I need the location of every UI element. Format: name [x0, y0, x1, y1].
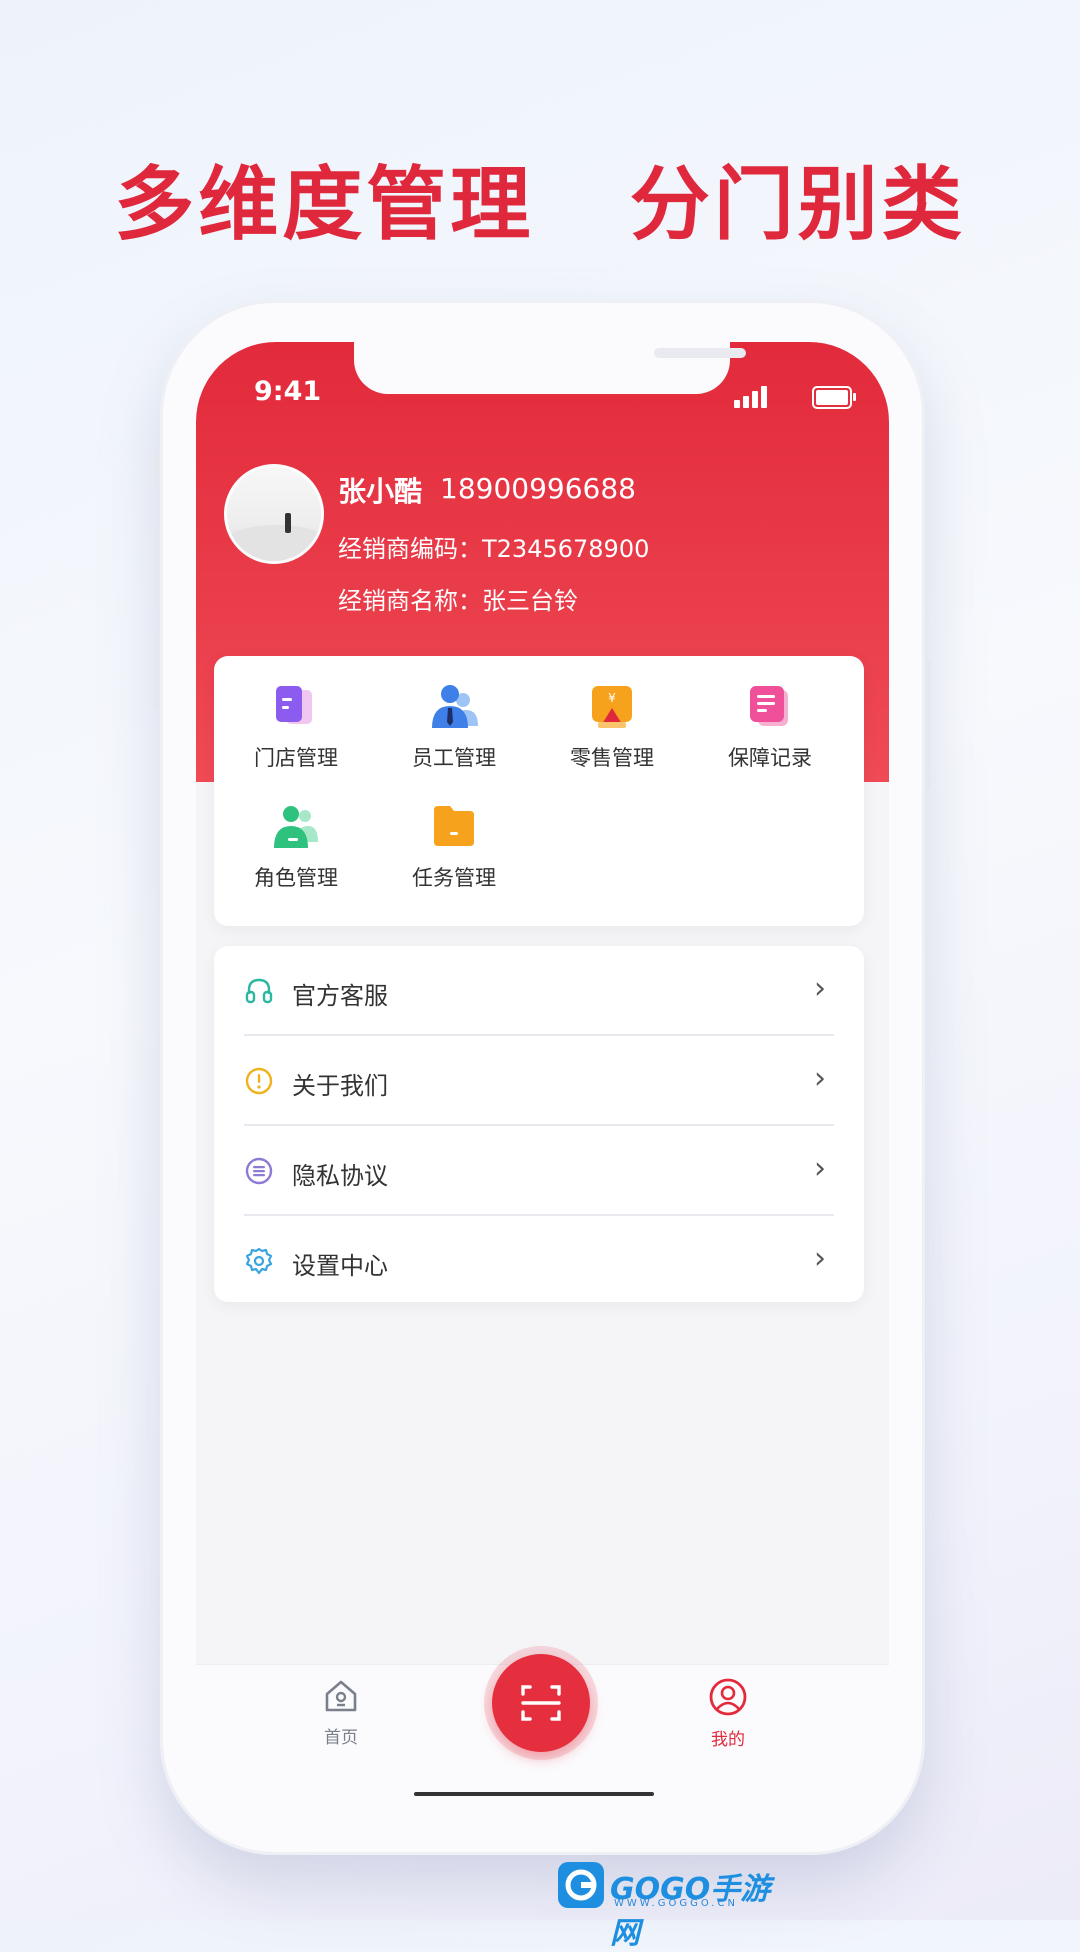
chevron-right-icon: › — [814, 1241, 826, 1276]
chevron-right-icon: › — [814, 971, 826, 1006]
grid-item-retail[interactable]: ¥ 零售管理 — [532, 682, 692, 772]
grid-item-warranty[interactable]: 保障记录 — [690, 682, 850, 772]
user-phone: 18900996688 — [440, 472, 636, 505]
grid-item-role[interactable]: 角色管理 — [216, 802, 376, 892]
dealer-code: T2345678900 — [482, 535, 650, 563]
gear-icon — [244, 1246, 274, 1276]
retail-icon: ¥ — [588, 682, 636, 730]
dealer-name-label: 经销商名称： — [338, 587, 482, 615]
list-icon — [244, 1156, 274, 1186]
info-icon — [244, 1066, 274, 1096]
scan-button-halo — [484, 1646, 598, 1760]
tab-mine[interactable]: 我的 — [678, 1677, 778, 1750]
role-icon — [272, 802, 320, 850]
phone-volume-up — [154, 530, 160, 610]
phone-volume-down — [154, 630, 160, 710]
watermark-sub: WWW.GOGGO.CN — [614, 1898, 738, 1909]
tab-home-label: 首页 — [324, 1728, 358, 1748]
speaker — [654, 348, 746, 358]
dealer-code-row: 经销商编码：T2345678900 — [338, 529, 649, 564]
dealer-code-label: 经销商编码： — [338, 535, 482, 563]
watermark-logo: GOGO手游网 WWW.GOGGO.CN — [556, 1860, 776, 1951]
grid-label: 门店管理 — [254, 746, 338, 770]
phone-side-button — [154, 450, 160, 490]
watermark-icon — [558, 1862, 604, 1908]
settings-menu: 官方客服 › 关于我们 › 隐私协议 › 设置中心 › — [214, 946, 864, 1302]
battery-icon — [812, 386, 856, 409]
tab-home[interactable]: 首页 — [291, 1677, 391, 1748]
user-name: 张小酷 — [338, 475, 423, 508]
headset-icon — [244, 976, 274, 1006]
grid-item-task[interactable]: 任务管理 — [374, 802, 534, 892]
warranty-icon — [746, 682, 794, 730]
menu-label: 设置中心 — [292, 1252, 388, 1280]
grid-label: 任务管理 — [412, 866, 496, 890]
dealer-name-row: 经销商名称：张三台铃 — [338, 581, 578, 616]
promo-headline: 多维度管理 分门别类 — [0, 140, 1080, 256]
grid-label: 角色管理 — [254, 866, 338, 890]
store-icon — [272, 682, 320, 730]
phone-frame: 9:41 张小酷 18900996688 经销商编码：T2345678900 经… — [154, 300, 931, 1855]
headline-right: 分门别类 — [629, 158, 966, 251]
svg-text:¥: ¥ — [608, 691, 616, 705]
chevron-right-icon: › — [814, 1061, 826, 1096]
menu-item-customer-service[interactable]: 官方客服 › — [214, 946, 864, 1035]
menu-label: 关于我们 — [292, 1072, 388, 1100]
menu-item-settings[interactable]: 设置中心 › — [214, 1216, 864, 1305]
grid-item-staff[interactable]: 员工管理 — [374, 682, 534, 772]
grid-label: 员工管理 — [412, 746, 496, 770]
task-icon — [430, 802, 478, 850]
headline-left: 多维度管理 — [114, 158, 535, 251]
menu-label: 官方客服 — [292, 982, 388, 1010]
phone-notch — [354, 342, 746, 394]
menu-label: 隐私协议 — [292, 1162, 388, 1190]
function-grid: 门店管理 员工管理 ¥ 零售管理 保障记录 角色管理 任务管理 — [214, 656, 864, 926]
chevron-right-icon: › — [814, 1151, 826, 1186]
menu-item-about[interactable]: 关于我们 › — [214, 1036, 864, 1125]
grid-item-store[interactable]: 门店管理 — [216, 682, 376, 772]
signal-icon — [734, 386, 768, 408]
menu-item-privacy[interactable]: 隐私协议 › — [214, 1126, 864, 1215]
grid-label: 零售管理 — [570, 746, 654, 770]
dealer-name: 张三台铃 — [482, 587, 578, 615]
home-icon — [291, 1677, 391, 1719]
app-screen: 9:41 张小酷 18900996688 经销商编码：T2345678900 经… — [196, 342, 889, 1813]
grid-label: 保障记录 — [728, 746, 812, 770]
home-indicator — [414, 1792, 654, 1796]
scan-icon — [521, 1685, 561, 1721]
scan-button[interactable] — [492, 1654, 590, 1752]
user-icon — [678, 1677, 778, 1721]
status-time: 9:41 — [254, 376, 322, 407]
phone-power-button — [925, 660, 931, 790]
staff-icon — [430, 682, 478, 730]
tab-mine-label: 我的 — [711, 1730, 745, 1750]
avatar[interactable] — [224, 464, 324, 564]
